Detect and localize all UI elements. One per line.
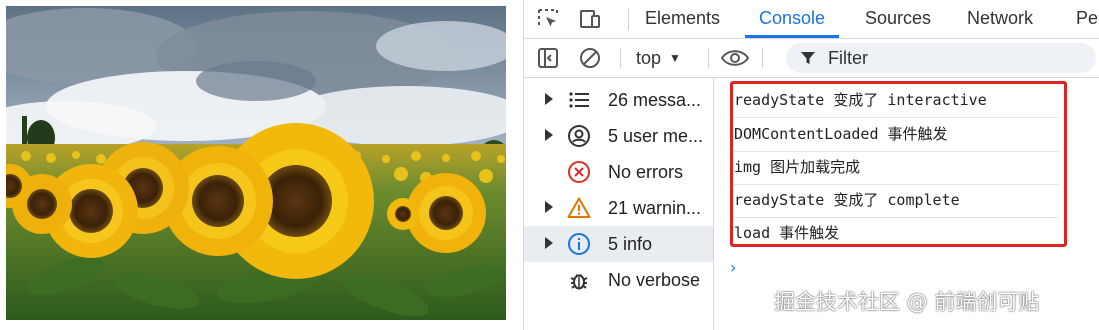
clear-console-icon[interactable] [578, 46, 602, 70]
sidebar-item-info[interactable]: 5 info [524, 226, 713, 262]
devtools-panel: Elements Console Sources Network Per top… [523, 0, 1099, 330]
toolbar-divider [620, 48, 621, 68]
sidebar-item-errors[interactable]: No errors [524, 154, 713, 190]
sunflower-photo [6, 6, 506, 320]
sidebar-item-user-messages[interactable]: 5 user me... [524, 118, 713, 154]
tab-network[interactable]: Network [967, 0, 1033, 38]
expand-arrow-icon[interactable] [545, 129, 553, 141]
warning-icon [567, 196, 591, 220]
console-prompt-icon[interactable]: › [730, 258, 736, 277]
bug-icon [567, 268, 591, 292]
error-icon [567, 160, 591, 184]
sidebar-item-messages[interactable]: 26 messa... [524, 82, 713, 118]
expand-arrow-icon[interactable] [545, 93, 553, 105]
watermark: 掘金技术社区 @ 前端创可贴 [774, 290, 1040, 314]
console-sidebar: 26 messa... 5 user me... No errors 21 wa… [524, 78, 714, 330]
sidebar-item-label: 5 user me... [608, 126, 704, 146]
context-label: top [636, 48, 662, 68]
filter-icon [801, 52, 815, 64]
red-highlight-box [730, 81, 1067, 247]
expand-arrow-icon[interactable] [545, 237, 553, 249]
tab-sources[interactable]: Sources [865, 0, 931, 38]
toolbar-divider [708, 48, 709, 68]
toolbar-divider [762, 48, 763, 68]
tab-console[interactable]: Console [745, 0, 840, 38]
tab-performance[interactable]: Per [1076, 0, 1099, 38]
user-icon [567, 124, 591, 148]
sidebar-item-label: 5 info [608, 234, 653, 254]
devtools-tabbar: Elements Console Sources Network Per [524, 0, 1099, 39]
sidebar-item-warnings[interactable]: 21 warnin... [524, 190, 713, 226]
sidebar-item-label: No errors [608, 162, 684, 182]
filter-placeholder: Filter [828, 48, 868, 68]
eye-icon[interactable] [720, 46, 750, 70]
inspect-element-icon[interactable] [536, 7, 560, 31]
sidebar-item-label: 26 messa... [608, 90, 702, 110]
sidebar-item-label: 21 warnin... [608, 198, 702, 218]
tab-elements[interactable]: Elements [645, 0, 720, 38]
console-toolbar: top ▼ Filter [524, 39, 1099, 78]
filter-input[interactable]: Filter [786, 43, 1096, 73]
list-icon [567, 88, 591, 112]
info-icon [567, 232, 591, 256]
chevron-down-icon: ▼ [669, 51, 681, 65]
device-toolbar-icon[interactable] [578, 7, 602, 31]
context-selector[interactable]: top ▼ [636, 39, 681, 77]
sidebar-item-verbose[interactable]: No verbose [524, 262, 713, 298]
sidebar-item-label: No verbose [608, 270, 701, 290]
sidebar-toggle-icon[interactable] [536, 46, 560, 70]
expand-arrow-icon[interactable] [545, 201, 553, 213]
tabbar-divider [628, 8, 629, 30]
